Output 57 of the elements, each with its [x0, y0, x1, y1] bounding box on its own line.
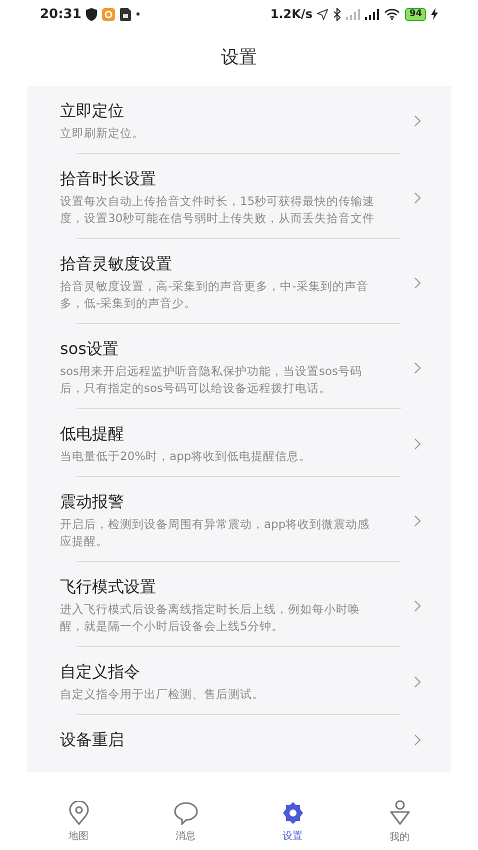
shield-icon [86, 8, 98, 20]
person-icon [388, 800, 410, 826]
dot-icon [136, 12, 140, 16]
item-description: 当电量低于20%时，app将收到低电提醒信息。 [60, 448, 312, 465]
settings-item[interactable]: 飞行模式设置 进入飞行模式后设备离线指定时长后上线，例如每小时唤醒，就是隔一个小时后设备会上线5分钟。 [27, 562, 451, 646]
bluetooth-icon [333, 8, 342, 20]
item-title: 震动报警 [60, 491, 124, 513]
battery-level: 94 [405, 8, 426, 20]
item-title: 飞行模式设置 [60, 576, 156, 598]
charging-icon [431, 8, 438, 20]
item-description: 自定义指令用于出厂检测、售后测试。 [60, 686, 265, 703]
location-arrow-icon [317, 8, 328, 20]
settings-item[interactable]: 震动报警 开启后，检测到设备周围有异常震动，app将收到微震动感应提醒。 [27, 477, 451, 561]
item-title: 低电提醒 [60, 423, 124, 445]
item-description: 开启后，检测到设备周围有异常震动，app将收到微震动感应提醒。 [60, 516, 371, 550]
wifi-icon [384, 8, 400, 20]
item-title: 自定义指令 [60, 661, 140, 683]
settings-icon [280, 801, 304, 825]
location-pin-icon [68, 801, 88, 825]
item-title: sos设置 [60, 338, 118, 360]
settings-item[interactable]: 拾音灵敏度设置 拾音灵敏度设置，高-采集到的声音更多，中-采集到的声音多，低-采集到的声音少。 [27, 239, 451, 323]
tab[interactable]: 地图 [48, 801, 108, 843]
tab[interactable]: 消息 [156, 801, 216, 843]
item-description: 设置每次自动上传拾音文件时长，15秒可获得最快的传输速度，设置30秒可能在信号弱时上传失败，从而丢失拾音文件 [60, 193, 375, 227]
network-speed: 1.2K/s [270, 7, 312, 21]
settings-item[interactable]: 自定义指令 自定义指令用于出厂检测、售后测试。 [27, 647, 451, 714]
settings-item[interactable]: 低电提醒 当电量低于20%时，app将收到低电提醒信息。 [27, 409, 451, 476]
chevron-right-icon [414, 734, 421, 746]
item-title: 设备重启 [60, 729, 124, 751]
settings-item[interactable]: sos设置 sos用来开启远程监护听音隐私保护功能，当设置sos号码后，只有指定的sos号码可以给设备远程拨打电话。 [27, 324, 451, 408]
tab[interactable]: 设置 [262, 801, 322, 843]
settings-item[interactable]: 设备重启 [27, 715, 451, 762]
chat-bubble-icon [174, 801, 198, 825]
signal-icon [365, 8, 380, 20]
chevron-right-icon [414, 676, 421, 688]
item-description: 拾音灵敏度设置，高-采集到的声音更多，中-采集到的声音多，低-采集到的声音少。 [60, 278, 370, 312]
item-description: sos用来开启远程监护听音隐私保护功能，当设置sos号码后，只有指定的sos号码可以给设备远程拨打电话。 [60, 363, 364, 397]
item-title: 拾音灵敏度设置 [60, 253, 172, 275]
sim-card-icon [120, 8, 132, 20]
settings-item[interactable]: 立即定位 立即刷新定位。 [27, 86, 451, 153]
item-title: 拾音时长设置 [60, 168, 156, 190]
chevron-right-icon [414, 438, 421, 450]
chevron-right-icon [414, 115, 421, 127]
settings-item[interactable]: 拾音时长设置 设置每次自动上传拾音文件时长，15秒可获得最快的传输速度，设置30秒可能在信号弱时上传失败，从而丢失拾音文件 [27, 154, 451, 238]
page-title: 设置 [221, 46, 257, 69]
item-title: 立即定位 [60, 100, 124, 122]
chevron-right-icon [414, 276, 421, 288]
app-icon [102, 8, 116, 20]
tab[interactable]: 我的 [370, 800, 430, 844]
chevron-right-icon [414, 600, 421, 612]
signal-icon [346, 8, 360, 20]
chevron-right-icon [414, 514, 421, 526]
item-description: 进入飞行模式后设备离线指定时长后上线，例如每小时唤醒，就是隔一个小时后设备会上线5分钟。 [60, 601, 361, 635]
chevron-right-icon [414, 362, 421, 374]
item-description: 立即刷新定位。 [60, 125, 145, 142]
status-time: 20:31 [40, 6, 82, 22]
chevron-right-icon [414, 192, 421, 204]
